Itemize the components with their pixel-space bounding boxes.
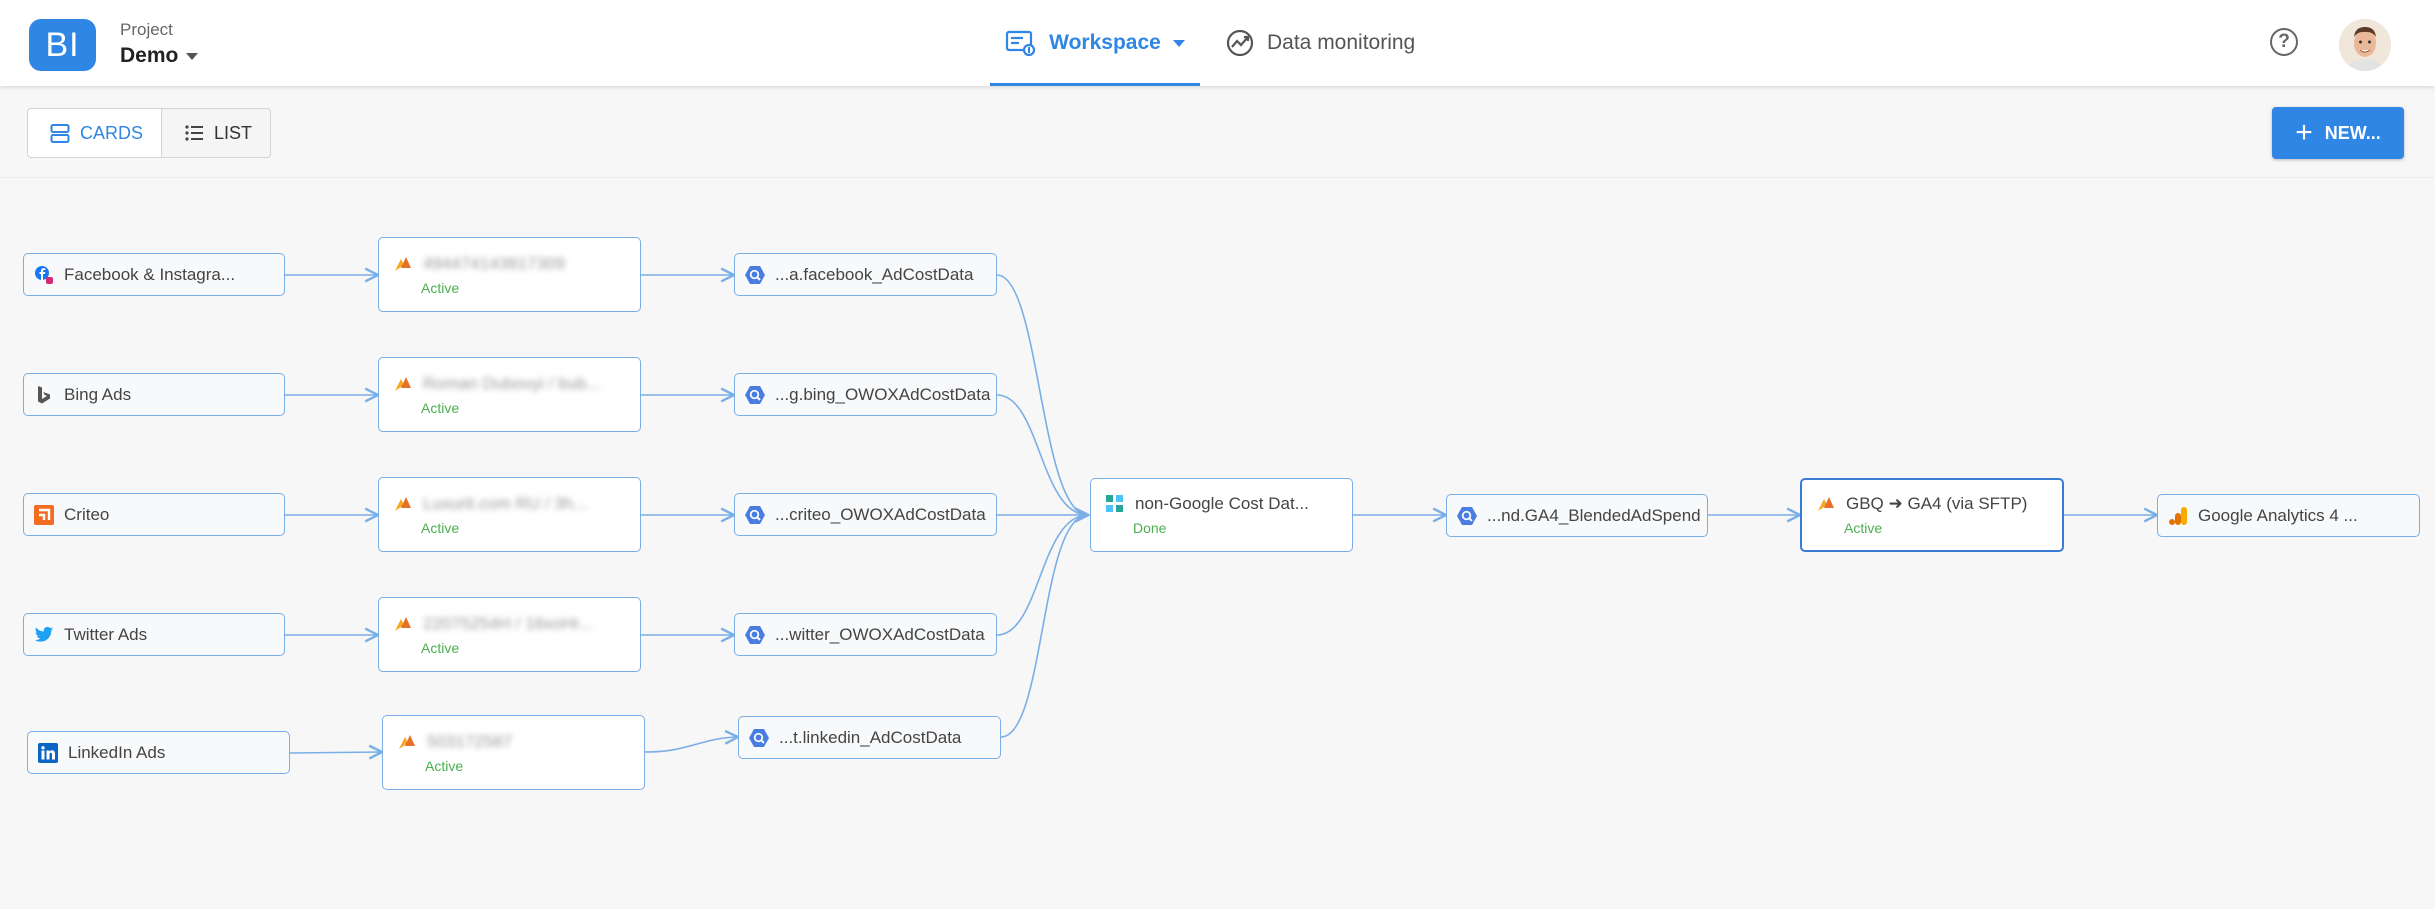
table-label: ...nd.GA4_BlendedAdSpend	[1487, 505, 1701, 525]
edge-table-blend-1	[996, 274, 1088, 515]
chevron-down-icon	[1172, 39, 1185, 47]
status-badge: Active	[1844, 520, 1883, 536]
source-node-bing[interactable]: Bing Ads	[23, 373, 285, 416]
source-node-facebook[interactable]: Facebook & Instagra...	[23, 253, 285, 296]
export-row: GBQ ➜ GA4 (via SFTP)	[1802, 494, 2027, 514]
status-badge: Done	[1133, 520, 1167, 536]
table-label: ...a.facebook_AdCostData	[775, 264, 974, 284]
bigquery-icon	[745, 385, 765, 405]
status-badge: Active	[421, 639, 460, 656]
criteo-icon	[34, 504, 54, 525]
status-badge: Active	[421, 399, 460, 416]
table-node[interactable]: ...witter_OWOXAdCostData	[734, 613, 997, 656]
owox-connector-icon	[393, 494, 413, 514]
connector-row: 22075254H / 18xoHr...	[379, 614, 593, 634]
chevron-down-icon	[186, 52, 199, 60]
tab-data-monitoring[interactable]: Data monitoring	[1225, 0, 1415, 86]
source-label: Twitter Ads	[64, 624, 148, 644]
connector-label: 22075254H / 18xoHr...	[423, 613, 594, 633]
blend-label: non-Google Cost Dat...	[1135, 494, 1309, 513]
project-label: Project	[120, 20, 173, 39]
table-label: ...t.linkedin_AdCostData	[779, 727, 962, 747]
owox-connector-icon	[393, 614, 413, 634]
monitoring-chart-icon	[1225, 28, 1255, 58]
source-node-criteo[interactable]: Criteo	[23, 493, 285, 536]
blended-table-node[interactable]: ...nd.GA4_BlendedAdSpend	[1446, 494, 1708, 537]
edge-table-blend-4	[996, 515, 1088, 636]
project-name: Demo	[120, 44, 179, 67]
owox-connector-icon	[393, 254, 413, 274]
export-label: GBQ ➜ GA4 (via SFTP)	[1846, 494, 2028, 513]
twitter-icon	[34, 625, 54, 645]
bigquery-icon	[1457, 506, 1477, 526]
status-badge: Active	[421, 279, 460, 296]
connector-node[interactable]: 22075254H / 18xoHr... Active	[378, 597, 641, 672]
status-badge: Active	[421, 519, 460, 536]
blend-node[interactable]: non-Google Cost Dat... Done	[1090, 478, 1353, 552]
source-label: LinkedIn Ads	[68, 742, 166, 762]
table-node[interactable]: ...criteo_OWOXAdCostData	[734, 493, 997, 536]
owox-connector-icon	[1816, 494, 1836, 514]
tab-workspace-label: Workspace	[1049, 31, 1161, 54]
connector-node[interactable]: 503172587 Active	[382, 715, 645, 790]
linkedin-icon	[38, 742, 58, 763]
table-node[interactable]: ...g.bing_OWOXAdCostData	[734, 373, 997, 416]
table-label: ...g.bing_OWOXAdCostData	[775, 384, 991, 404]
bigquery-icon	[745, 505, 765, 525]
connector-label: Luxurit.com RU / 3h...	[423, 493, 588, 513]
status-badge: Active	[425, 757, 464, 774]
tab-data-monitoring-label: Data monitoring	[1267, 31, 1416, 54]
pipeline-edges	[285, 0, 2435, 909]
export-node[interactable]: GBQ ➜ GA4 (via SFTP) Active	[1800, 478, 2064, 552]
workspace-icon	[1005, 29, 1037, 57]
blend-row: non-Google Cost Dat...	[1091, 494, 1309, 514]
edge-table-blend-2	[996, 394, 1088, 515]
table-node[interactable]: ...t.linkedin_AdCostData	[738, 716, 1001, 759]
source-node-twitter[interactable]: Twitter Ads	[23, 613, 285, 656]
project-selector[interactable]: Demo	[120, 44, 199, 68]
edge-connector-table-5	[644, 737, 738, 753]
destination-label: Google Analytics 4 ...	[2198, 505, 2358, 525]
connector-node[interactable]: Roman Dubovyi / bub... Active	[378, 357, 641, 432]
connector-label: 503172587	[427, 731, 513, 751]
source-label: Bing Ads	[64, 384, 132, 404]
user-avatar[interactable]	[2339, 19, 2391, 71]
connector-row: Luxurit.com RU / 3h...	[379, 494, 587, 514]
table-label: ...criteo_OWOXAdCostData	[775, 504, 986, 524]
connector-row: Roman Dubovyi / bub...	[379, 374, 601, 394]
table-node[interactable]: ...a.facebook_AdCostData	[734, 253, 997, 296]
source-label: Criteo	[64, 504, 110, 524]
help-icon[interactable]: ?	[2270, 28, 2298, 56]
source-node-linkedin[interactable]: LinkedIn Ads	[27, 731, 290, 774]
google-analytics-icon	[2168, 506, 2188, 526]
connector-node[interactable]: 494474143817309 Active	[378, 237, 641, 312]
app-logo[interactable]: BI	[29, 19, 96, 71]
edge-table-blend-5	[1000, 515, 1088, 738]
tab-workspace[interactable]: Workspace	[990, 0, 1200, 86]
bigquery-icon	[745, 625, 765, 645]
connector-row: 494474143817309	[379, 254, 565, 274]
blend-icon	[1105, 494, 1125, 514]
owox-connector-icon	[393, 374, 413, 394]
connector-label: 494474143817309	[423, 253, 565, 273]
connector-row: 503172587	[383, 732, 512, 752]
destination-node[interactable]: Google Analytics 4 ...	[2157, 494, 2420, 537]
owox-connector-icon	[397, 732, 417, 752]
bigquery-icon	[745, 265, 765, 285]
source-label: Facebook & Instagra...	[64, 264, 236, 284]
bing-icon	[34, 385, 54, 405]
connector-node[interactable]: Luxurit.com RU / 3h... Active	[378, 477, 641, 552]
edge-source-connector-5	[289, 752, 382, 753]
table-label: ...witter_OWOXAdCostData	[775, 624, 985, 644]
facebook-icon	[34, 265, 54, 285]
bigquery-icon	[749, 728, 769, 748]
app-header: BI Project Demo Workspace Data monitorin…	[0, 0, 2435, 86]
connector-label: Roman Dubovyi / bub...	[423, 373, 601, 393]
